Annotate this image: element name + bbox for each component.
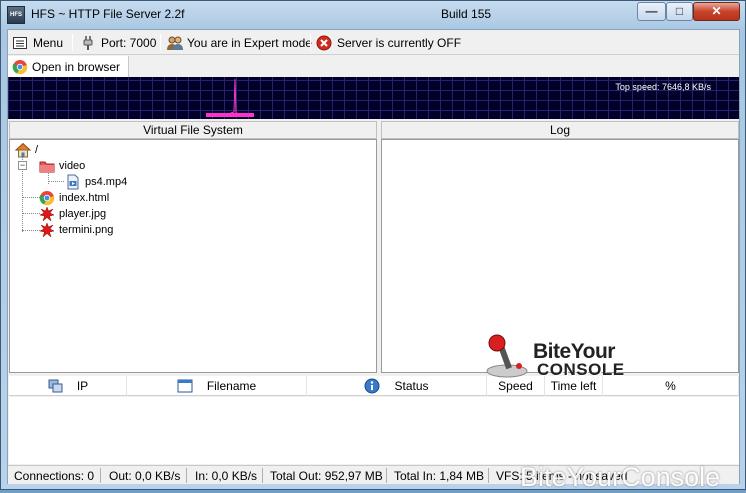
tree-line [22, 197, 40, 198]
image-file-icon [39, 206, 55, 222]
tree-line [22, 213, 40, 214]
bandwidth-graph: Top speed: 7646,8 KB/s [8, 77, 739, 119]
column-label: Time left [550, 379, 597, 393]
column-label: Filename [206, 379, 257, 393]
close-button[interactable]: ✕ [693, 2, 740, 21]
connections-header: IP Filename Status Speed Time left % [9, 376, 739, 396]
toolbar-separator [310, 34, 311, 51]
tree-line [22, 230, 40, 231]
toolbar: Menu Port: 7000 You are in Expert mode S… [8, 30, 739, 55]
tree-item-root[interactable]: / [14, 142, 39, 158]
column-label: % [665, 379, 676, 393]
tree-item-label: index.html [59, 192, 110, 204]
status-connections: Connections: 0 [14, 469, 95, 483]
tab-bar: Open in browser [8, 56, 739, 77]
menu-label: Menu [33, 35, 64, 50]
column-status[interactable]: Status [307, 376, 487, 396]
hfs-app-icon[interactable]: HFS [7, 6, 25, 24]
tree-item-ps4-mp4[interactable]: ps4.mp4 [65, 174, 127, 190]
status-separator [488, 468, 489, 483]
tree-item-termini-png[interactable]: termini.png [39, 222, 113, 238]
folder-icon [39, 158, 55, 174]
status-separator [100, 468, 101, 483]
status-in: In: 0,0 KB/s [195, 469, 258, 483]
info-icon [364, 378, 380, 394]
status-separator [262, 468, 263, 483]
status-out: Out: 0,0 KB/s [109, 469, 181, 483]
port-label: Port: 7000 [101, 35, 157, 50]
column-label: Speed [498, 379, 533, 393]
watermark-line2: CONSOLE [537, 360, 625, 379]
image-file-icon [39, 222, 55, 238]
toolbar-separator [72, 34, 73, 51]
server-status-label: Server is currently OFF [337, 35, 462, 50]
tree-item-player-jpg[interactable]: player.jpg [39, 206, 106, 222]
window-icon [177, 378, 193, 394]
chrome-icon [12, 59, 28, 75]
tree-item-label: ps4.mp4 [85, 176, 128, 188]
status-total-out: Total Out: 952,97 MB [270, 469, 383, 483]
port-button[interactable]: Port: 7000 [80, 33, 156, 52]
watermark-bottom: BiteYourConsole [520, 462, 721, 492]
tree-item-label: player.jpg [59, 208, 107, 220]
column-ip[interactable]: IP [9, 376, 127, 396]
video-file-icon [65, 174, 81, 190]
build-label: Build 155 [441, 7, 492, 21]
chrome-icon [39, 190, 55, 206]
plug-icon [80, 35, 96, 51]
tree-item-label: / [35, 144, 39, 156]
toolbar-separator [160, 34, 161, 51]
window-title: HFS ~ HTTP File Server 2.2f [31, 7, 185, 21]
connections-list[interactable] [9, 397, 739, 464]
status-total-in: Total In: 1,84 MB [394, 469, 485, 483]
client-area: Menu Port: 7000 You are in Expert mode S… [7, 29, 740, 484]
status-separator [186, 468, 187, 483]
column-label: Status [394, 379, 429, 393]
home-icon [14, 142, 32, 158]
server-status-button[interactable]: Server is currently OFF [316, 33, 461, 52]
minimize-button[interactable]: — [637, 2, 666, 21]
vfs-tree[interactable]: / − video ps4.mp4 index.html player.jpg … [9, 139, 377, 373]
hfs-window: HFS HFS ~ HTTP File Server 2.2f Build 15… [0, 0, 746, 490]
vfs-header: Virtual File System [9, 121, 377, 139]
log-header: Log [381, 121, 739, 139]
menu-icon [12, 35, 28, 51]
maximize-button[interactable]: □ [666, 2, 693, 21]
network-icon [47, 378, 63, 394]
column-filename[interactable]: Filename [127, 376, 307, 396]
top-speed-label: Top speed: 7646,8 KB/s [615, 82, 711, 92]
tree-item-label: video [59, 160, 86, 172]
tree-line [48, 181, 64, 182]
tree-item-index-html[interactable]: index.html [39, 190, 109, 206]
tree-item-video[interactable]: video [39, 158, 85, 174]
server-off-icon [316, 35, 332, 51]
expert-mode-button[interactable]: You are in Expert mode [166, 33, 312, 52]
expert-mode-label: You are in Expert mode [187, 35, 312, 50]
menu-button[interactable]: Menu [12, 33, 63, 52]
open-in-browser-button[interactable]: Open in browser [8, 56, 130, 77]
open-in-browser-label: Open in browser [32, 59, 121, 74]
column-label: IP [76, 379, 89, 393]
status-separator [386, 468, 387, 483]
users-icon [166, 35, 183, 51]
title-bar[interactable]: HFS HFS ~ HTTP File Server 2.2f Build 15… [1, 1, 745, 29]
collapse-toggle[interactable]: − [18, 161, 27, 170]
tree-item-label: termini.png [59, 224, 114, 236]
